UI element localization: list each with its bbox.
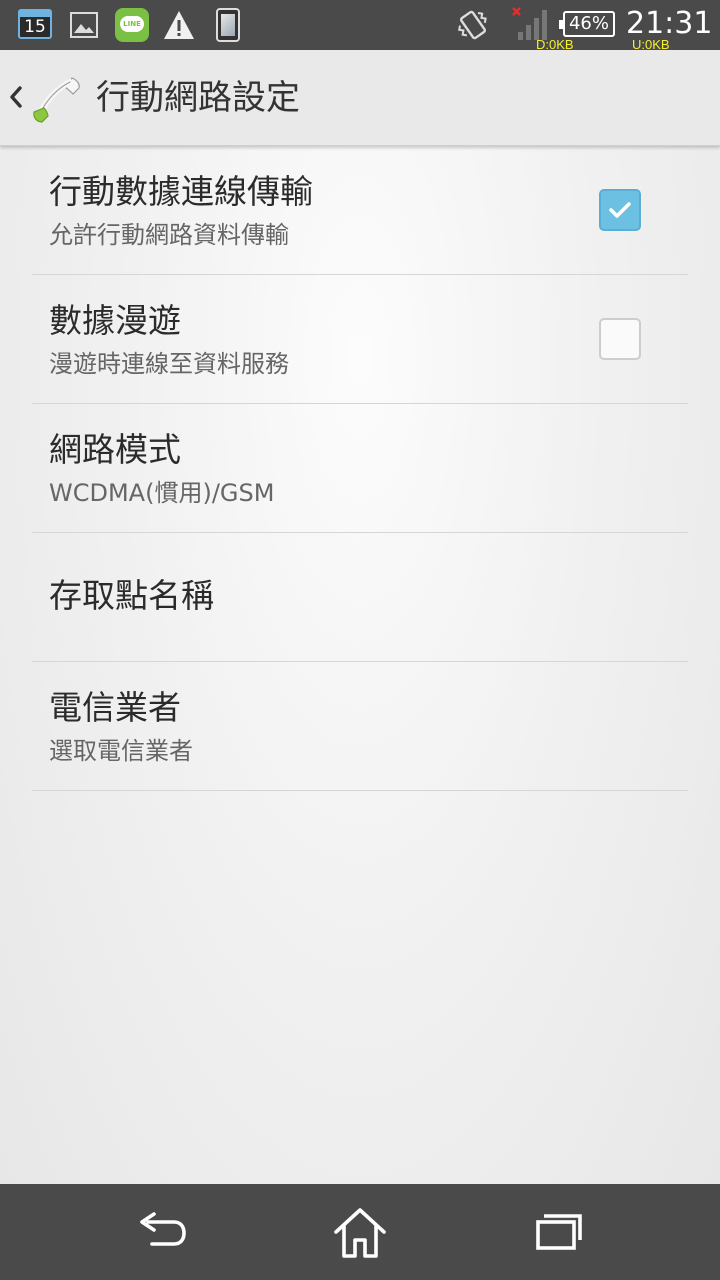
recent-apps-icon[interactable] [530, 1204, 590, 1260]
warning-icon [164, 11, 194, 39]
vibrate-icon [458, 10, 487, 40]
line-app-icon: LINE [115, 8, 149, 42]
setting-title: 行動數據連線傳輸 [49, 172, 313, 211]
calendar-day: 15 [24, 17, 46, 37]
home-icon[interactable] [330, 1204, 390, 1260]
back-chevron-icon[interactable] [6, 82, 26, 112]
setting-title: 存取點名稱 [49, 576, 214, 615]
setting-mobile-data[interactable]: 行動數據連線傳輸 允許行動網路資料傳輸 [32, 146, 688, 275]
setting-title: 網路模式 [49, 430, 181, 469]
calendar-icon: 15 [18, 9, 52, 39]
phone-screen-icon [216, 8, 240, 42]
action-bar: 行動網路設定 [0, 50, 720, 146]
setting-data-roaming[interactable]: 數據漫遊 漫遊時連線至資料服務 [32, 275, 688, 404]
back-icon[interactable] [130, 1204, 190, 1260]
status-bar: 15 LINE 46% 21:31 D:0KB U:0KB [0, 0, 720, 52]
gallery-icon [70, 12, 98, 38]
page-title: 行動網路設定 [96, 78, 300, 118]
battery-icon: 46% [559, 11, 615, 37]
setting-title: 數據漫遊 [49, 301, 181, 340]
setting-summary: 漫遊時連線至資料服務 [49, 350, 289, 378]
mobile-data-checkbox[interactable] [599, 189, 641, 231]
settings-list: 行動數據連線傳輸 允許行動網路資料傳輸 數據漫遊 漫遊時連線至資料服務 網路模式… [32, 146, 688, 791]
phone-handset-icon[interactable] [28, 72, 84, 128]
setting-summary: 允許行動網路資料傳輸 [49, 221, 289, 249]
setting-title: 電信業者 [49, 688, 181, 727]
navigation-bar [0, 1184, 720, 1280]
data-roaming-checkbox[interactable] [599, 318, 641, 360]
line-badge: LINE [120, 16, 144, 32]
battery-percent: 46% [568, 13, 609, 34]
setting-access-point-names[interactable]: 存取點名稱 [32, 533, 688, 662]
checkmark-icon [609, 202, 631, 218]
setting-network-mode[interactable]: 網路模式 WCDMA(慣用)/GSM [32, 404, 688, 533]
setting-summary: WCDMA(慣用)/GSM [49, 479, 275, 507]
setting-network-operators[interactable]: 電信業者 選取電信業者 [32, 662, 688, 791]
setting-summary: 選取電信業者 [49, 737, 193, 765]
